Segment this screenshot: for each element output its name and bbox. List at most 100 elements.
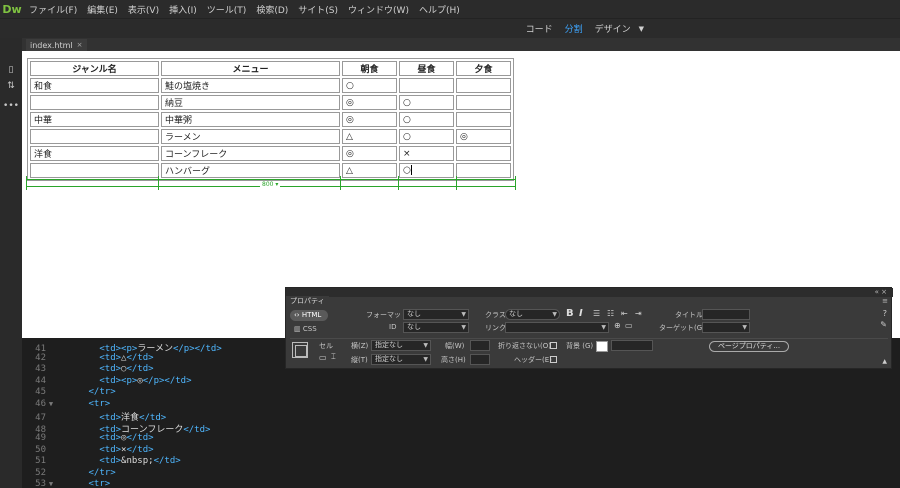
- file-icon[interactable]: ▯: [0, 62, 22, 78]
- fold-icon[interactable]: ▼: [46, 400, 56, 408]
- table-cell[interactable]: 中華粥: [161, 112, 340, 127]
- menu-find[interactable]: 検索(D): [251, 3, 293, 16]
- browse-folder-icon[interactable]: ▭: [625, 321, 633, 330]
- header-menu[interactable]: メニュー: [161, 61, 340, 76]
- table-cell[interactable]: [399, 78, 454, 93]
- table-cell[interactable]: 中華: [30, 112, 159, 127]
- header-genre[interactable]: ジャンル名: [30, 61, 159, 76]
- page-properties-button[interactable]: ページプロパティ...: [709, 341, 789, 352]
- close-icon[interactable]: ×: [77, 41, 83, 49]
- outdent-icon[interactable]: ⇤: [621, 309, 628, 318]
- target-select[interactable]: ▼: [702, 322, 750, 333]
- bg-color-input[interactable]: [611, 340, 653, 351]
- help-icon[interactable]: ?: [883, 309, 887, 318]
- menu-table[interactable]: ジャンル名 メニュー 朝食 昼食 夕食 和食 鮭の塩焼き ○ 納豆 ◎ ○ 中華…: [27, 58, 514, 181]
- fold-icon[interactable]: ▼: [46, 480, 56, 488]
- point-to-file-icon[interactable]: ⊕: [614, 321, 621, 330]
- code-line[interactable]: 43 <td>○</td>: [22, 364, 153, 376]
- bold-icon[interactable]: B: [566, 308, 574, 319]
- code-line[interactable]: 51 <td>&nbsp;</td>: [22, 456, 181, 468]
- table-cell[interactable]: 納豆: [161, 95, 340, 110]
- merge-cells-icon[interactable]: ▭: [319, 353, 327, 362]
- table-cell[interactable]: ◎: [342, 146, 397, 161]
- css-mode-button[interactable]: ▥ CSS: [294, 325, 317, 333]
- code-line[interactable]: 41 <td><p>ラーメン</p></td>: [22, 341, 222, 354]
- vert-select[interactable]: 指定なし ▼: [371, 354, 431, 365]
- split-cells-icon[interactable]: ⌶: [331, 352, 336, 362]
- menu-view[interactable]: 表示(V): [123, 3, 164, 16]
- table-cell[interactable]: ラーメン: [161, 129, 340, 144]
- menu-edit[interactable]: 編集(E): [82, 3, 123, 16]
- table-cell[interactable]: 鮭の塩焼き: [161, 78, 340, 93]
- code-line[interactable]: 53 ▼ <tr>: [22, 479, 110, 488]
- table-cell[interactable]: ◎: [342, 112, 397, 127]
- code-view-button[interactable]: コード: [520, 22, 559, 35]
- link-input[interactable]: ▼: [505, 322, 609, 333]
- ruler-tick: [158, 176, 159, 190]
- design-view-button[interactable]: デザイン: [589, 22, 637, 35]
- table-cell[interactable]: [30, 129, 159, 144]
- split-view-button[interactable]: 分割: [559, 22, 589, 35]
- table-cell[interactable]: [456, 95, 511, 110]
- sort-icon[interactable]: ⇅: [0, 78, 22, 94]
- expand-icon[interactable]: ▲: [882, 358, 887, 365]
- italic-icon[interactable]: I: [579, 308, 583, 319]
- table-cell[interactable]: ○: [399, 129, 454, 144]
- more-icon[interactable]: •••: [0, 98, 22, 114]
- horz-select[interactable]: 指定なし ▼: [371, 340, 431, 351]
- nowrap-checkbox[interactable]: [550, 342, 557, 349]
- table-cell[interactable]: [456, 112, 511, 127]
- bg-color-swatch[interactable]: [596, 341, 608, 352]
- menu-tools[interactable]: ツール(T): [202, 3, 252, 16]
- menu-help[interactable]: ヘルプ(H): [414, 3, 465, 16]
- tab-index-html[interactable]: index.html ×: [26, 39, 87, 51]
- title-input[interactable]: [702, 309, 750, 320]
- id-select[interactable]: なし ▼: [403, 322, 469, 333]
- menu-site[interactable]: サイト(S): [293, 3, 343, 16]
- table-cell[interactable]: 洋食: [30, 146, 159, 161]
- table-cell[interactable]: [456, 146, 511, 161]
- code-line[interactable]: 42 <td>△</td>: [22, 353, 153, 365]
- format-select[interactable]: なし ▼: [403, 309, 469, 320]
- collapse-icon[interactable]: « ×: [875, 288, 887, 296]
- ordered-list-icon[interactable]: ☷: [607, 309, 614, 318]
- header-lunch[interactable]: 昼食: [399, 61, 454, 76]
- menu-insert[interactable]: 挿入(I): [164, 3, 202, 16]
- code-line[interactable]: 50 <td>×</td>: [22, 445, 153, 457]
- menu-window[interactable]: ウィンドウ(W): [343, 3, 414, 16]
- code-line[interactable]: 46 ▼ <tr>: [22, 399, 110, 411]
- unordered-list-icon[interactable]: ☰: [593, 309, 600, 318]
- header-dinner[interactable]: 夕食: [456, 61, 511, 76]
- table-cell[interactable]: [456, 78, 511, 93]
- table-cell[interactable]: △: [342, 129, 397, 144]
- code-line[interactable]: 52 </tr>: [22, 468, 115, 480]
- code-line[interactable]: 45 </tr>: [22, 387, 115, 399]
- width-input[interactable]: [470, 340, 490, 351]
- table-cell[interactable]: ○: [399, 112, 454, 127]
- code-line[interactable]: 49 <td>◎</td>: [22, 433, 153, 445]
- menu-file[interactable]: ファイル(F): [24, 3, 82, 16]
- table-cell[interactable]: 和食: [30, 78, 159, 93]
- table-cell[interactable]: ◎: [456, 129, 511, 144]
- properties-tab[interactable]: プロパティ: [286, 296, 329, 307]
- table-width-label[interactable]: 800 ▾: [260, 181, 281, 188]
- edit-icon[interactable]: ✎: [880, 320, 887, 329]
- html-mode-button[interactable]: ‹› HTML: [290, 310, 328, 321]
- code-line[interactable]: 47 <td>洋食</td>: [22, 410, 166, 423]
- panel-menu-icon[interactable]: ≡: [882, 297, 888, 305]
- table-cell[interactable]: コーンフレーク: [161, 146, 340, 161]
- table-cell[interactable]: ○: [342, 78, 397, 93]
- code-line[interactable]: 48 <td>コーンフレーク</td>: [22, 422, 210, 435]
- table-cell[interactable]: [30, 95, 159, 110]
- table-cell[interactable]: ×: [399, 146, 454, 161]
- height-input[interactable]: [470, 354, 490, 365]
- code-line[interactable]: 44 <td><p>◎</p></td>: [22, 376, 191, 388]
- table-cell[interactable]: ○: [399, 95, 454, 110]
- header-breakfast[interactable]: 朝食: [342, 61, 397, 76]
- table-width-ruler[interactable]: 800 ▾: [26, 176, 516, 190]
- table-cell[interactable]: ◎: [342, 95, 397, 110]
- indent-icon[interactable]: ⇥: [635, 309, 642, 318]
- chevron-down-icon[interactable]: ▼: [639, 25, 644, 33]
- class-select[interactable]: なし ▼: [505, 309, 560, 320]
- header-checkbox[interactable]: [550, 356, 557, 363]
